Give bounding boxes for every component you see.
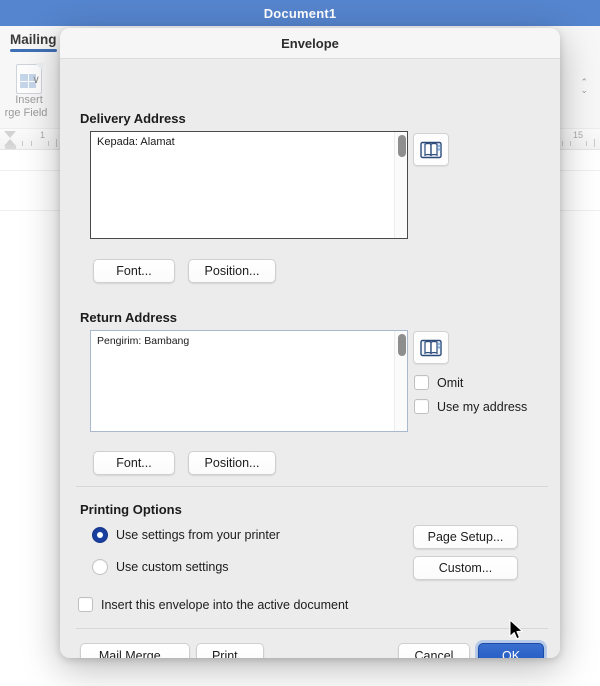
ruler-mark-15: 15 [573, 130, 584, 140]
mail-merge-button[interactable]: Mail Merge... [80, 643, 190, 658]
dialog-title: Envelope [281, 35, 339, 51]
use-my-address-label: Use my address [437, 399, 528, 414]
return-font-button[interactable]: Font... [93, 451, 175, 475]
return-position-button[interactable]: Position... [188, 451, 276, 475]
mouse-cursor [509, 619, 523, 640]
radio-use-custom-settings-label: Use custom settings [116, 560, 229, 574]
insert-envelope-checkbox[interactable] [78, 597, 93, 612]
return-address-input[interactable]: Pengirim: Bambang [90, 330, 408, 432]
address-book-icon [420, 339, 442, 356]
return-address-scroll-thumb[interactable] [397, 334, 406, 356]
delivery-address-value[interactable]: Kepada: Alamat [91, 132, 407, 152]
delivery-address-input[interactable]: Kepada: Alamat [90, 131, 408, 239]
tab-mailings-label: Mailing [10, 32, 57, 47]
section-divider-2 [76, 628, 548, 629]
return-address-scrollbar[interactable] [394, 331, 407, 431]
page-setup-button[interactable]: Page Setup... [413, 525, 518, 549]
section-divider-1 [76, 486, 548, 487]
insert-merge-field-button[interactable]: ∨ Insert rge Field [0, 63, 58, 120]
use-my-address-checkbox-row[interactable]: Use my address [414, 399, 527, 414]
return-address-heading: Return Address [80, 310, 178, 325]
radio-use-printer-settings-row[interactable]: Use settings from your printer [92, 527, 280, 543]
return-address-value[interactable]: Pengirim: Bambang [91, 331, 407, 351]
dialog-body: Delivery Address Kepada: Alamat Font... … [60, 59, 560, 658]
printing-options-heading: Printing Options [80, 502, 182, 517]
insert-merge-field-label-line2: rge Field [4, 107, 48, 119]
envelope-dialog: Envelope Delivery Address Kepada: Alamat… [60, 28, 560, 658]
window-title: Document1 [263, 5, 337, 21]
insert-envelope-label: Insert this envelope into the active doc… [101, 597, 349, 612]
delivery-font-button[interactable]: Font... [93, 259, 175, 283]
omit-checkbox[interactable] [414, 375, 429, 390]
print-button[interactable]: Print... [196, 643, 264, 658]
delivery-address-scroll-thumb[interactable] [397, 135, 406, 157]
spin-control[interactable]: ⌃ ⌄ [580, 78, 588, 95]
use-my-address-checkbox[interactable] [414, 399, 429, 414]
insert-envelope-checkbox-row[interactable]: Insert this envelope into the active doc… [78, 597, 348, 612]
radio-use-printer-settings[interactable] [92, 527, 108, 543]
return-address-book-button[interactable] [413, 331, 449, 364]
spin-down-icon[interactable]: ⌄ [580, 86, 588, 95]
delivery-address-heading: Delivery Address [80, 111, 186, 126]
radio-use-printer-settings-label: Use settings from your printer [116, 528, 280, 542]
indent-marker[interactable] [4, 131, 17, 149]
custom-button[interactable]: Custom... [413, 556, 518, 580]
address-book-icon [420, 141, 442, 158]
tab-active-underline [10, 49, 57, 52]
ok-button[interactable]: OK [478, 643, 544, 658]
window-titlebar: Document1 [0, 0, 600, 26]
delivery-address-book-button[interactable] [413, 133, 449, 166]
insert-merge-field-label-line1: Insert [15, 94, 43, 106]
delivery-position-button[interactable]: Position... [188, 259, 276, 283]
omit-label: Omit [437, 375, 464, 390]
radio-use-custom-settings-row[interactable]: Use custom settings [92, 559, 229, 575]
delivery-address-scrollbar[interactable] [394, 132, 407, 238]
dialog-titlebar: Envelope [60, 28, 560, 59]
radio-use-custom-settings[interactable] [92, 559, 108, 575]
ruler-mark-1: 1 [40, 130, 46, 140]
omit-checkbox-row[interactable]: Omit [414, 375, 463, 390]
chevron-down-icon[interactable]: ∨ [32, 74, 40, 87]
tab-mailings[interactable]: Mailing [10, 32, 57, 52]
cancel-button[interactable]: Cancel [398, 643, 470, 658]
